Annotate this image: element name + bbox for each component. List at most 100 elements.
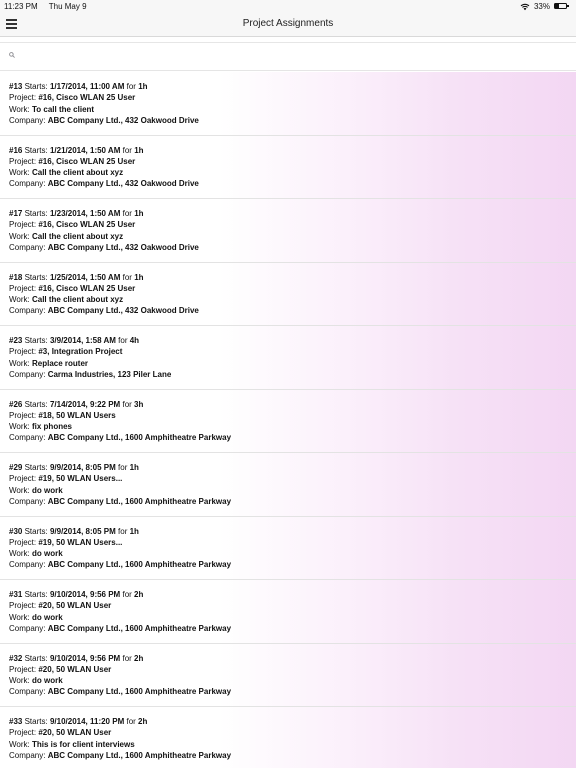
- assignment-list-item[interactable]: #26 Starts: 7/14/2014, 9:22 PM for 3h Pr…: [0, 390, 576, 453]
- assignment-duration: 1h: [134, 272, 144, 282]
- search-input[interactable]: [20, 49, 560, 63]
- assignment-start: 9/10/2014, 11:20 PM: [49, 717, 125, 726]
- assignment-duration: 1h: [129, 463, 139, 472]
- work-label: Work:: [9, 549, 30, 559]
- assignment-project-line: Project: #16, Cisco WLAN 25 User: [9, 219, 576, 230]
- project-label: Project:: [9, 347, 37, 357]
- status-date: Thu May 9: [48, 2, 87, 11]
- starts-label: Starts:: [24, 272, 48, 282]
- starts-label: Starts:: [24, 82, 48, 91]
- work-label: Work:: [9, 676, 30, 686]
- company-label: Company:: [9, 242, 46, 252]
- assignment-start: 3/9/2014, 1:58 AM: [49, 336, 116, 345]
- assignment-work-line: Work: Call the client about xyz: [9, 294, 576, 305]
- assignment-company-line: Company: ABC Company Ltd., 1600 Amphithe…: [9, 496, 576, 507]
- assignment-work: do work: [31, 676, 63, 686]
- assignment-list-item[interactable]: #29 Starts: 9/9/2014, 8:05 PM for 1h Pro…: [0, 453, 576, 517]
- assignment-project: #19, 50 WLAN Users...: [38, 474, 123, 484]
- assignment-company-line: Company: ABC Company Ltd., 1600 Amphithe…: [9, 432, 576, 443]
- assignment-list-item[interactable]: #33 Starts: 9/10/2014, 11:20 PM for 2h P…: [0, 707, 576, 768]
- assignment-project: #20, 50 WLAN User: [38, 601, 112, 611]
- assignment-company: ABC Company Ltd., 432 Oakwood Drive: [47, 242, 199, 252]
- starts-label: Starts:: [24, 209, 48, 218]
- for-label: for: [126, 717, 136, 726]
- project-label: Project:: [9, 410, 37, 420]
- assignment-header-line: #26 Starts: 7/14/2014, 9:22 PM for 3h: [9, 399, 576, 410]
- assignment-header-line: #17 Starts: 1/23/2014, 1:50 AM for 1h: [9, 208, 576, 219]
- assignment-company-line: Company: ABC Company Ltd., 432 Oakwood D…: [9, 115, 576, 126]
- starts-label: Starts:: [24, 145, 48, 155]
- assignment-project: #18, 50 WLAN Users: [38, 410, 116, 420]
- assignment-header-line: #30 Starts: 9/9/2014, 8:05 PM for 1h: [9, 526, 576, 537]
- starts-label: Starts:: [24, 653, 48, 663]
- assignment-company: Carma Industries, 123 Piler Lane: [47, 369, 172, 379]
- assignment-company: ABC Company Ltd., 1600 Amphitheatre Park…: [47, 750, 232, 760]
- project-label: Project:: [9, 664, 37, 674]
- assignment-project: #20, 50 WLAN User: [38, 728, 112, 738]
- for-label: for: [118, 336, 128, 345]
- assignment-id: #31: [9, 590, 23, 599]
- assignment-list-item[interactable]: #23 Starts: 3/9/2014, 1:58 AM for 4h Pro…: [0, 326, 576, 390]
- starts-label: Starts:: [24, 336, 48, 345]
- assignment-duration: 1h: [134, 145, 144, 155]
- assignment-work-line: Work: do work: [9, 548, 576, 559]
- for-label: for: [122, 209, 132, 218]
- assignment-work: do work: [31, 549, 63, 559]
- assignment-list-item[interactable]: #13 Starts: 1/17/2014, 11:00 AM for 1h P…: [0, 72, 576, 136]
- assignment-company-line: Company: ABC Company Ltd., 432 Oakwood D…: [9, 305, 576, 316]
- assignment-header-line: #31 Starts: 9/10/2014, 9:56 PM for 2h: [9, 589, 576, 600]
- assignment-id: #18: [9, 272, 23, 282]
- assignment-id: #30: [9, 526, 23, 536]
- assignment-company: ABC Company Ltd., 432 Oakwood Drive: [47, 306, 199, 316]
- assignment-work: To call the client: [31, 104, 95, 114]
- assignment-list-item[interactable]: #17 Starts: 1/23/2014, 1:50 AM for 1h Pr…: [0, 199, 576, 263]
- starts-label: Starts:: [24, 590, 48, 599]
- assignment-project: #16, Cisco WLAN 25 User: [38, 93, 136, 103]
- assignment-id: #26: [9, 399, 23, 409]
- work-label: Work:: [9, 231, 30, 241]
- starts-label: Starts:: [24, 399, 48, 409]
- status-right: 33%: [520, 2, 570, 11]
- assignment-project: #3, Integration Project: [38, 347, 123, 357]
- status-left: 11:23 PM Thu May 9: [4, 2, 96, 11]
- company-label: Company:: [9, 687, 46, 697]
- work-label: Work:: [9, 422, 30, 432]
- assignment-project-line: Project: #16, Cisco WLAN 25 User: [9, 283, 576, 294]
- assignment-work: do work: [31, 485, 63, 495]
- battery-percent: 33%: [533, 2, 550, 11]
- assignment-company: ABC Company Ltd., 432 Oakwood Drive: [47, 115, 199, 125]
- assignment-company-line: Company: ABC Company Ltd., 1600 Amphithe…: [9, 623, 576, 634]
- assignment-list-item[interactable]: #16 Starts: 1/21/2014, 1:50 AM for 1h Pr…: [0, 136, 576, 199]
- work-label: Work:: [9, 612, 30, 622]
- assignment-project: #16, Cisco WLAN 25 User: [38, 220, 136, 230]
- page-title: Project Assignments: [242, 18, 334, 29]
- assignment-start: 1/25/2014, 1:50 AM: [49, 272, 121, 282]
- assignment-header-line: #18 Starts: 1/25/2014, 1:50 AM for 1h: [9, 272, 576, 283]
- assignment-header-line: #23 Starts: 3/9/2014, 1:58 AM for 4h: [9, 335, 576, 346]
- project-label: Project:: [9, 283, 37, 293]
- assignment-project: #16, Cisco WLAN 25 User: [38, 156, 136, 166]
- assignment-list-item[interactable]: #18 Starts: 1/25/2014, 1:50 AM for 1h Pr…: [0, 263, 576, 326]
- company-label: Company:: [9, 496, 46, 506]
- assignment-project-line: Project: #20, 50 WLAN User: [9, 600, 576, 611]
- assignment-list-item[interactable]: #32 Starts: 9/10/2014, 9:56 PM for 2h Pr…: [0, 644, 576, 707]
- assignment-start: 1/17/2014, 11:00 AM: [49, 82, 125, 91]
- assignment-list-item[interactable]: #31 Starts: 9/10/2014, 9:56 PM for 2h Pr…: [0, 580, 576, 644]
- for-label: for: [122, 145, 132, 155]
- search-icon: [9, 52, 15, 58]
- assignment-id: #32: [9, 653, 23, 663]
- assignment-company-line: Company: ABC Company Ltd., 1600 Amphithe…: [9, 750, 576, 761]
- assignment-list-item[interactable]: #30 Starts: 9/9/2014, 8:05 PM for 1h Pro…: [0, 517, 576, 580]
- work-label: Work:: [9, 295, 30, 305]
- assignment-duration: 1h: [134, 209, 144, 218]
- for-label: for: [122, 653, 132, 663]
- search-field[interactable]: [4, 49, 564, 63]
- assignment-work-line: Work: This is for client interviews: [9, 739, 576, 750]
- assignment-company-line: Company: ABC Company Ltd., 432 Oakwood D…: [9, 242, 576, 253]
- for-label: for: [118, 526, 128, 536]
- assignment-id: #29: [9, 463, 23, 472]
- assignment-duration: 1h: [129, 526, 139, 536]
- assignment-list: #13 Starts: 1/17/2014, 11:00 AM for 1h P…: [0, 72, 576, 768]
- work-label: Work:: [9, 104, 30, 114]
- assignment-duration: 3h: [134, 399, 144, 409]
